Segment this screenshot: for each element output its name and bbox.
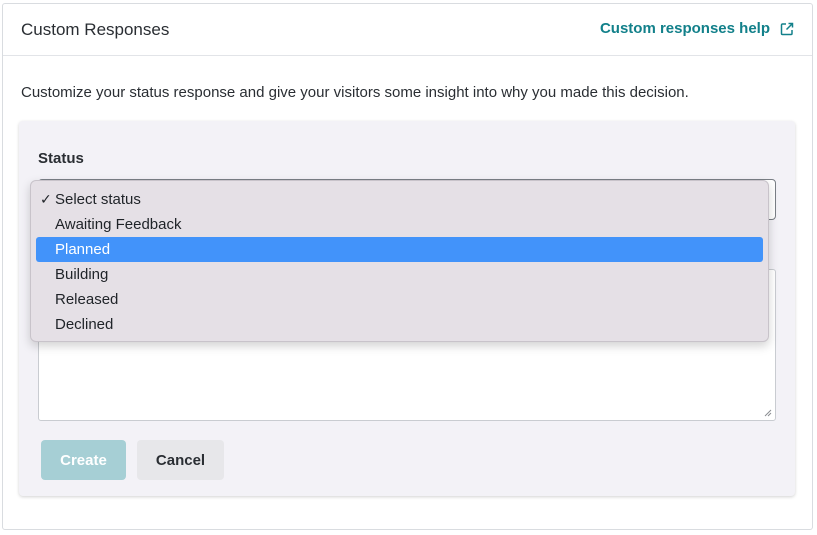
external-link-icon bbox=[780, 22, 794, 36]
option-label: Awaiting Feedback bbox=[55, 216, 182, 233]
help-link-label: Custom responses help bbox=[599, 20, 770, 37]
status-option-select-status[interactable]: ✓ Select status bbox=[36, 187, 763, 212]
page-title: Custom Responses bbox=[21, 20, 170, 39]
checkmark-icon: ✓ bbox=[40, 191, 52, 207]
create-button[interactable]: Create bbox=[41, 440, 126, 480]
option-label: Select status bbox=[55, 191, 141, 208]
option-label: Planned bbox=[55, 241, 111, 258]
description-text: Customize your status response and give … bbox=[21, 84, 689, 101]
card-header: Custom Responses Custom responses help bbox=[3, 4, 812, 56]
status-option-planned[interactable]: Planned bbox=[36, 237, 763, 262]
option-label: Released bbox=[55, 291, 119, 308]
status-option-building[interactable]: Building bbox=[36, 262, 763, 287]
status-label: Status bbox=[38, 150, 84, 167]
resize-grip-icon[interactable] bbox=[764, 409, 772, 417]
custom-responses-help-link[interactable]: Custom responses help bbox=[600, 20, 794, 37]
status-option-declined[interactable]: Declined bbox=[36, 312, 763, 337]
status-option-released[interactable]: Released bbox=[36, 287, 763, 312]
cancel-button[interactable]: Cancel bbox=[137, 440, 224, 480]
status-dropdown-list[interactable]: ✓ Select status Awaiting Feedback Planne… bbox=[30, 180, 769, 342]
option-label: Declined bbox=[55, 316, 114, 333]
status-option-awaiting-feedback[interactable]: Awaiting Feedback bbox=[36, 212, 763, 237]
option-label: Building bbox=[55, 266, 109, 283]
